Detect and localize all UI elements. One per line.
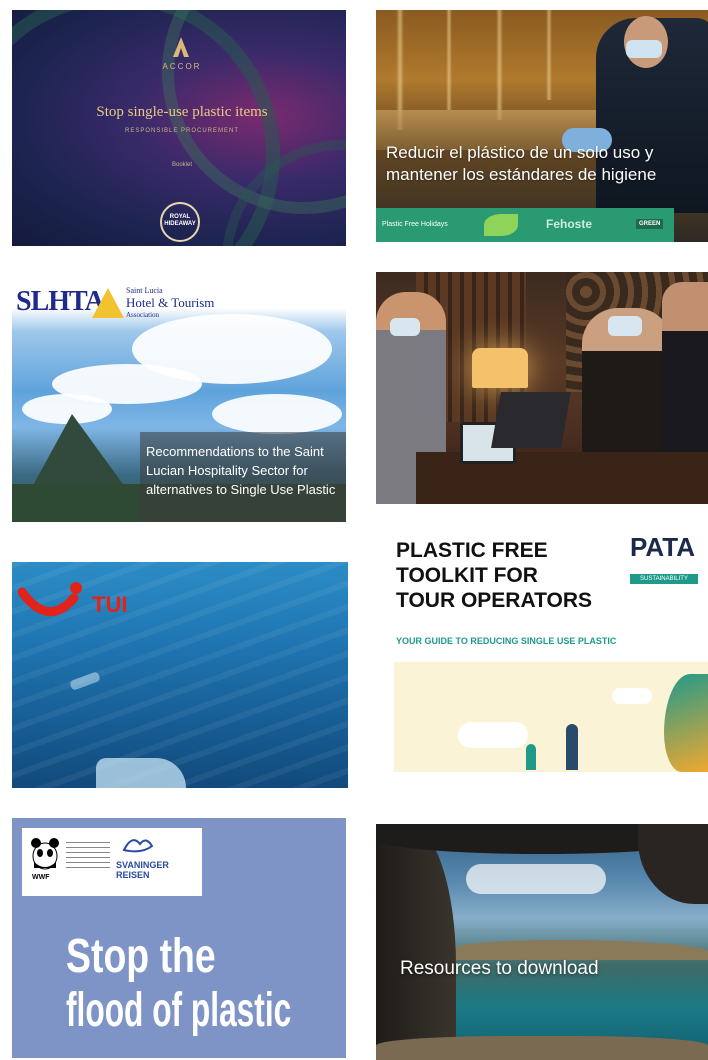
wwf-title: Stop the flood of plastic [66,930,346,1038]
floating-plastic [96,758,186,788]
slhta-triangle-icon [92,288,124,318]
light-beam [496,10,503,120]
pata-subtitle: YOUR GUIDE TO REDUCING SINGLE USE PLASTI… [396,636,617,646]
pata-logo: PATA [630,532,695,562]
tui-smile-logo-icon [17,580,86,624]
wwf-resource-tile[interactable]: WWF SVANINGER REISEN Stop the flood of p… [12,818,346,1058]
face-mask [390,318,420,336]
org-name: Saint Lucia Hotel & Tourism Association [126,286,214,319]
lamp [472,348,528,388]
cloud [612,688,652,704]
panda-logo-icon [30,836,60,870]
leaf-logo-icon [484,214,518,236]
pata-title-line-1: PLASTIC FREE [396,539,548,562]
traveler-figure-icon [566,724,578,770]
cloud [212,394,342,434]
hotel-reception-photo-tile[interactable] [376,272,708,504]
tui-brand: TUI [92,592,128,617]
hygiene-resource-tile[interactable]: Reducir el plástico de un solo uso y man… [376,10,708,242]
accor-logo-icon [172,36,190,58]
light-beam [446,10,452,110]
pata-toolkit-tile[interactable]: PLASTIC FREE TOOLKIT FOR TOUR OPERATORS … [376,528,708,772]
badge-label: ROYAL HIDEAWAY [164,214,196,227]
coastline [456,940,708,960]
illustration-scene [394,662,708,772]
cave-rock-right [638,824,708,904]
cave-rock-left [376,824,456,1060]
fehoste-logo: Fehoste [546,217,593,231]
slhta-caption: Recommendations to the Saint Lucian Hosp… [146,444,336,497]
accor-footer: Booklet [171,162,192,168]
green-logo: GREEN [636,219,664,229]
svaninger-swan-icon [122,832,154,856]
laptop [491,392,571,448]
accor-title: Stop single-use plastic items [96,104,268,120]
pata-logo-sub: SUSTAINABILITY [630,574,698,584]
wwf-title-line-1: Stop the [66,930,216,983]
child-figure-icon [526,744,536,770]
hygiene-caption: Reducir el plástico de un solo uso y man… [386,143,657,184]
face-mask [608,316,642,336]
light-beam [546,10,552,100]
accor-brand: ACCOR [162,62,202,71]
tui-resource-tile[interactable]: TUI [12,562,348,788]
royal-hideaway-badge: ROYAL HIDEAWAY [160,202,200,242]
svaninger-logo: SVANINGER REISEN [116,860,169,880]
wwf-label: WWF [32,874,50,881]
face-mask [626,40,662,58]
slhta-logo: SLHTA [16,286,105,317]
cloud [458,722,528,748]
slhta-resource-tile[interactable]: SLHTA Saint Lucia Hotel & Tourism Associ… [12,284,346,522]
wwf-title-line-2: flood of plastic [66,984,292,1037]
resources-caption: Resources to download [400,958,599,979]
org-line-1: Saint Lucia [126,286,163,295]
shore-rocks [376,1036,708,1060]
pata-title: PLASTIC FREE TOOLKIT FOR TOUR OPERATORS [396,538,592,613]
accor-subtitle: RESPONSIBLE PROCUREMENT [124,128,240,134]
org-line-2: Hotel & Tourism [126,295,215,310]
small-print [66,842,110,872]
resources-download-tile[interactable]: Resources to download [376,824,708,1060]
org-line-3: Association [126,311,160,319]
cloud [466,864,606,894]
bar-left-label: Plastic Free Holidays [382,221,448,228]
pata-title-line-2: TOOLKIT FOR [396,564,538,587]
pata-title-line-3: TOUR OPERATORS [396,589,593,612]
accor-resource-tile[interactable]: ACCOR Stop single-use plastic items RESP… [12,10,346,246]
